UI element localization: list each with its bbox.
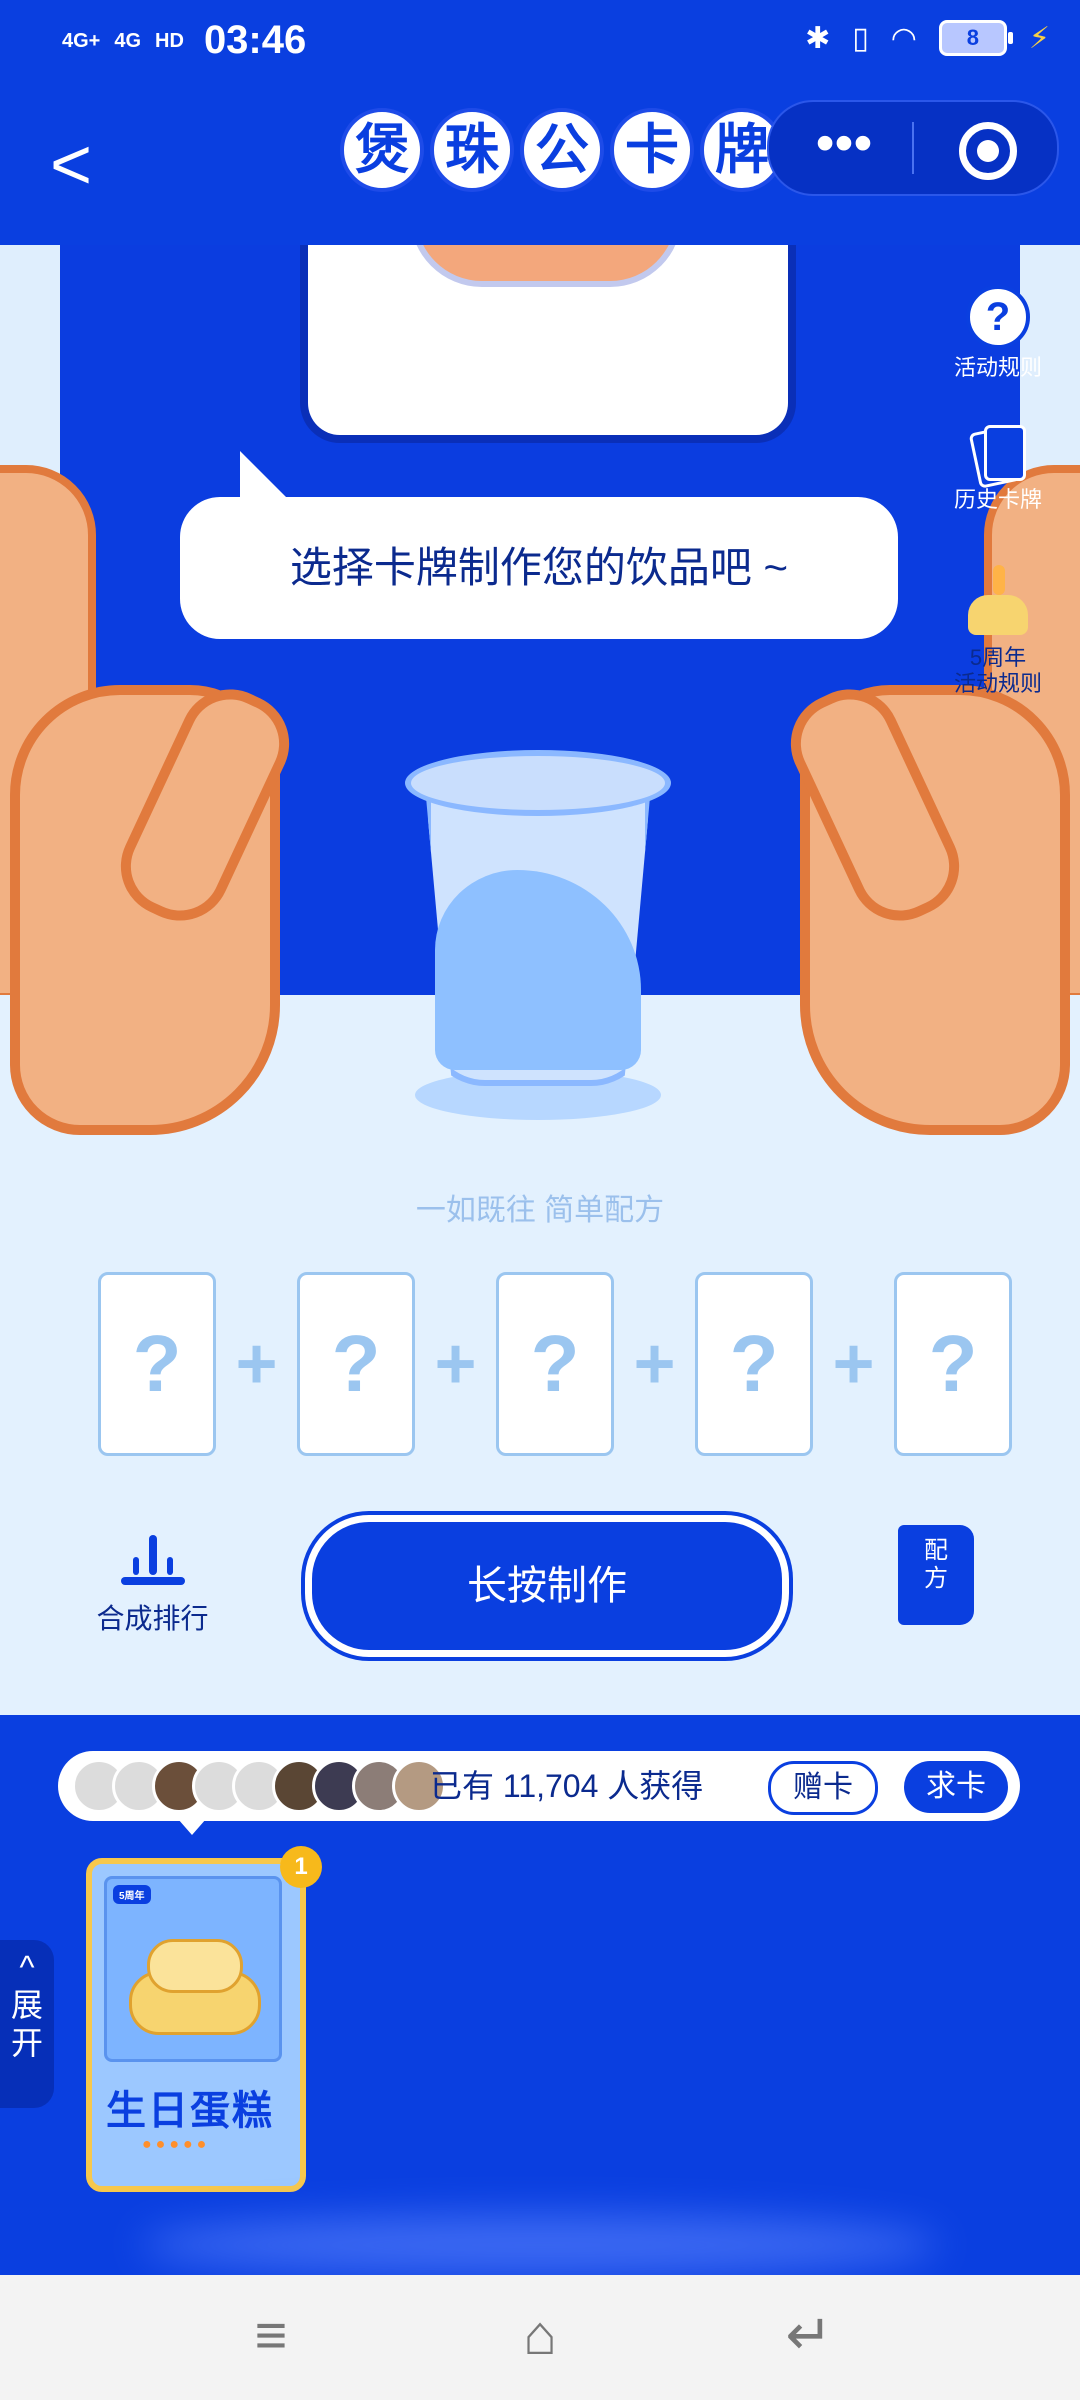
plus-icon: + [832,1324,875,1404]
activity-rules-label: 活动规则 [953,355,1042,380]
capsule-divider [912,122,914,174]
obtained-count-text: 已有 11,704 人获得 [430,1768,704,1804]
card-slot-4[interactable]: ? [695,1272,813,1456]
card-name: 生日蛋糕 [106,2089,274,2133]
home-icon[interactable]: ⌂ [505,2305,575,2365]
ranking-icon [120,1535,185,1587]
anniversary-label-2: 活动规则 [953,671,1042,696]
expand-label-1: 展 [10,1987,43,2023]
history-cards-label: 历史卡牌 [953,487,1042,512]
chevron-up-icon: ^ [19,1949,35,1985]
more-options-button[interactable]: ••• [789,102,899,194]
title-char: 珠 [430,108,514,192]
title-char: 煲 [340,108,424,192]
cards-icon [968,425,1026,489]
app-header: < 煲 珠 公 卡 牌 ••• [0,90,1080,245]
recipe-label-1: 配 [924,1537,948,1564]
charging-icon: ⚡ [1028,21,1050,55]
signal-4g-plus: 4G+ [62,29,101,52]
card-slot-1[interactable]: ? [98,1272,216,1456]
card-count-badge: 1 [280,1846,322,1888]
expand-tab[interactable]: ^ 展 开 [0,1940,54,2108]
request-card-button[interactable]: 求卡 [904,1761,1008,1813]
signal-4g: 4G [114,29,142,52]
question-icon: ? [966,285,1030,349]
cup-illustration [405,750,671,1120]
battery-icon: 8 [938,20,1013,56]
anniversary-label-1: 5周年 [969,645,1027,670]
plus-icon: + [235,1324,278,1404]
anniversary-rules-entry[interactable]: 5周年 活动规则 [938,565,1058,697]
obtained-bar: 已有 11,704 人获得 赠卡 求卡 [58,1751,1020,1821]
card-panel: 已有 11,704 人获得 赠卡 求卡 5周年 生日蛋糕 ●●●●● 1 ^ 展… [0,1715,1080,2275]
title-char: 卡 [610,108,694,192]
ranking-label: 合成排行 [96,1603,209,1634]
avatar-group [72,1759,446,1813]
title-char: 公 [520,108,604,192]
history-cards-entry[interactable]: 历史卡牌 [938,425,1058,513]
menu-icon[interactable]: ≡ [236,2305,306,2365]
recipe-book-button[interactable]: 配 方 [898,1525,974,1625]
status-left: 4G+ 4G HD 03:46 [62,18,306,63]
plus-icon: + [633,1324,676,1404]
page-title: 煲 珠 公 卡 牌 [340,108,784,192]
close-target-icon[interactable] [959,122,1017,180]
card-tag: 5周年 [113,1885,151,1904]
back-icon[interactable]: < [50,120,110,210]
wifi-icon: ◠ [890,21,917,55]
birthday-cake-icon [129,1931,261,2035]
hd-icon: HD [155,29,184,52]
status-right: ✱ ▯ ◠ 8 ⚡ [805,20,1050,56]
recipe-label-2: 方 [924,1565,948,1592]
cake-icon [963,565,1033,639]
drink-scene: 选择卡牌制作您的饮品吧 ~ ? 活动规则 历史卡牌 5周年 活动规则 一如既往 … [0,245,1080,1715]
long-press-make-button[interactable]: 长按制作 [305,1515,789,1657]
status-bar: 4G+ 4G HD 03:46 ✱ ▯ ◠ 8 ⚡ [0,0,1080,90]
mini-program-capsule: ••• [767,100,1059,196]
gift-card-button[interactable]: 赠卡 [768,1761,878,1815]
card-slot-3[interactable]: ? [496,1272,614,1456]
clock: 03:46 [203,18,307,62]
expand-label-2: 开 [10,2025,43,2061]
plus-icon: + [434,1324,477,1404]
bluetooth-icon: ✱ [805,21,831,55]
card-slot-2[interactable]: ? [297,1272,415,1456]
card-birthday-cake[interactable]: 5周年 生日蛋糕 ●●●●● 1 [86,1846,322,2192]
vibrate-icon: ▯ [852,21,869,55]
bottom-glow [140,2215,940,2275]
card-rating: ●●●●● [142,2136,211,2153]
bar-pointer [178,1819,206,1835]
speech-bubble: 选择卡牌制作您的饮品吧 ~ [180,451,898,639]
activity-rules-entry[interactable]: ? 活动规则 [938,285,1058,381]
back-nav-icon[interactable]: ↵ [774,2305,844,2365]
system-nav-bar: ≡ ⌂ ↵ [0,2275,1080,2400]
card-image: 5周年 [104,1876,282,2062]
card-slots: ? + ? + ? + ? + ? [98,1272,1012,1456]
slogan: 一如既往 简单配方 [415,1194,665,1227]
card-slot-5[interactable]: ? [894,1272,1012,1456]
synthesis-ranking-button[interactable]: 合成排行 [90,1535,215,1637]
